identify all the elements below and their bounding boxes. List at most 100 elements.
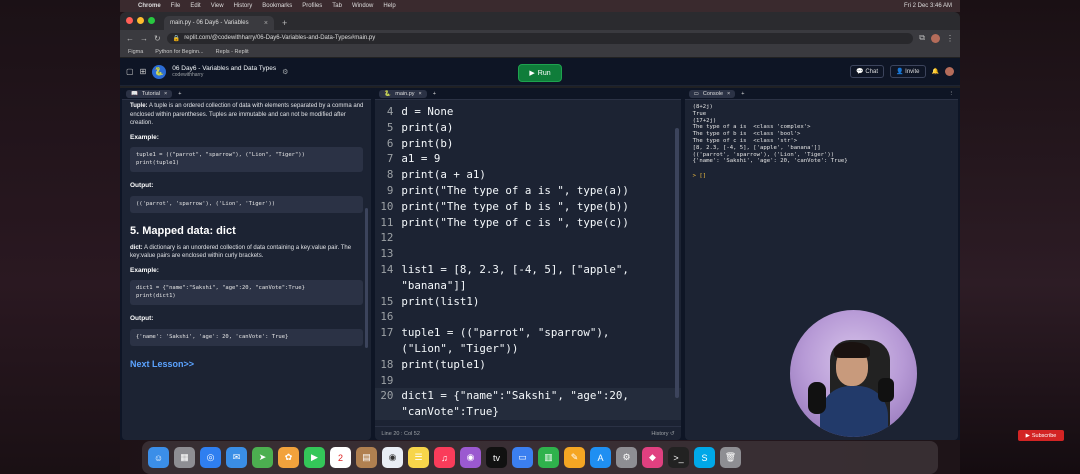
code-line[interactable]: 19: [375, 373, 680, 389]
line-text: ("Lion", "Tiger")): [401, 341, 519, 355]
more-menu-icon[interactable]: ⋮: [946, 34, 954, 43]
line-text: print(list1): [401, 294, 480, 308]
project-title[interactable]: 06 Day6 - Variables and Data Types codew…: [172, 65, 276, 78]
project-settings-icon[interactable]: ⚙: [282, 68, 288, 76]
trash-icon[interactable]: 🗑: [720, 447, 741, 468]
history-button[interactable]: History ↺: [651, 431, 674, 437]
tutorial-scrollbar[interactable]: [365, 208, 369, 348]
code-line[interactable]: 6 print(b): [375, 136, 680, 152]
code-line[interactable]: 14 list1 = [8, 2.3, [-4, 5], ["apple",: [375, 262, 680, 278]
code-line[interactable]: 10 print("The type of b is ", type(b)): [375, 199, 680, 215]
calendar-icon[interactable]: 2: [330, 447, 351, 468]
replit-home-icon[interactable]: ⊞: [140, 67, 147, 76]
photos-icon[interactable]: ✿: [278, 447, 299, 468]
add-tab-button[interactable]: +: [433, 91, 436, 97]
numbers-icon[interactable]: ▥: [538, 447, 559, 468]
url-field[interactable]: 🔒 replit.com/@codewithharry/06-Day6-Vari…: [166, 32, 914, 44]
bookmark-python[interactable]: Python for Beginn...: [155, 49, 203, 55]
tv-icon[interactable]: tv: [486, 447, 507, 468]
terminal-icon[interactable]: >_: [668, 447, 689, 468]
console-menu-icon[interactable]: ⋮: [949, 91, 955, 97]
forward-icon[interactable]: →: [140, 34, 148, 43]
app-icon[interactable]: ◆: [642, 447, 663, 468]
editor-scrollbar[interactable]: [674, 128, 679, 398]
close-tab-icon[interactable]: ×: [264, 20, 268, 27]
menubar-clock[interactable]: Fri 2 Dec 3:46 AM: [904, 3, 952, 9]
code-line[interactable]: 9 print("The type of a is ", type(a)): [375, 183, 680, 199]
add-tab-button[interactable]: +: [741, 91, 744, 97]
zoom-window-button[interactable]: [148, 17, 155, 24]
reload-icon[interactable]: ↻: [154, 34, 161, 43]
menu-history[interactable]: History: [234, 3, 253, 9]
pages-icon[interactable]: ✎: [564, 447, 585, 468]
menu-help[interactable]: Help: [383, 3, 395, 9]
user-avatar[interactable]: [945, 67, 954, 76]
extensions-icon[interactable]: ⧉: [919, 33, 925, 43]
minimize-window-button[interactable]: [137, 17, 144, 24]
code-line[interactable]: 20 dict1 = {"name":"Sakshi", "age":20,: [375, 388, 681, 405]
code-line[interactable]: 18 print(tuple1): [375, 357, 680, 373]
lock-icon: 🔒: [172, 35, 181, 42]
code-line[interactable]: "canVote":True}: [375, 404, 681, 420]
code-line[interactable]: 13: [375, 246, 680, 262]
notifications-icon[interactable]: 🔔: [932, 68, 939, 75]
chrome-icon[interactable]: ◉: [382, 447, 403, 468]
code-line[interactable]: 5 print(a): [375, 120, 680, 136]
menu-app-name[interactable]: Chrome: [138, 3, 161, 9]
code-line[interactable]: 16: [375, 309, 680, 325]
code-line[interactable]: 8 print(a + a1): [375, 167, 680, 183]
line-number: 16: [380, 310, 394, 324]
menu-view[interactable]: View: [211, 3, 224, 9]
address-bar-row: ← → ↻ 🔒 replit.com/@codewithharry/06-Day…: [120, 30, 960, 46]
appstore-icon[interactable]: A: [590, 447, 611, 468]
code-line[interactable]: 12: [375, 230, 680, 246]
code-line[interactable]: 17 tuple1 = (("parrot", "sparrow"),: [375, 325, 680, 341]
code-line[interactable]: "banana"]]: [375, 278, 680, 294]
tab-main-py[interactable]: 🐍 main.py ×: [379, 89, 427, 98]
code-line[interactable]: 7 a1 = 9: [375, 151, 680, 167]
settings-icon[interactable]: ⚙: [616, 447, 637, 468]
run-button[interactable]: ▶ Run: [518, 64, 562, 82]
tab-console[interactable]: ▭ Console ×: [688, 89, 736, 98]
launchpad-icon[interactable]: ▦: [174, 447, 195, 468]
sidebar-toggle-icon[interactable]: ▢: [126, 67, 134, 76]
menu-tab[interactable]: Tab: [332, 3, 342, 9]
new-tab-button[interactable]: +: [278, 18, 291, 30]
facetime-icon[interactable]: ▶: [304, 447, 325, 468]
keynote-icon[interactable]: ▭: [512, 447, 533, 468]
skype-icon[interactable]: S: [694, 447, 715, 468]
code-editor[interactable]: 4 d = None 5 print(a) 6 print(b) 7 a1 = 9 8 print…: [375, 100, 681, 420]
safari-icon[interactable]: ◎: [200, 447, 221, 468]
menu-profiles[interactable]: Profiles: [302, 3, 322, 9]
code-line[interactable]: ("Lion", "Tiger")): [375, 341, 680, 357]
next-lesson-link[interactable]: Next Lesson>>: [130, 360, 363, 369]
line-text: dict1 = {"name":"Sakshi", "age":20,: [401, 389, 629, 403]
code-line[interactable]: 15 print(list1): [375, 294, 680, 310]
tab-tutorial[interactable]: 📖 Tutorial ×: [126, 89, 173, 98]
back-icon[interactable]: ←: [126, 34, 134, 43]
close-window-button[interactable]: [126, 17, 133, 24]
subscribe-button[interactable]: ▶ Subscribe: [1018, 430, 1064, 441]
menu-edit[interactable]: Edit: [190, 3, 200, 9]
maps-icon[interactable]: ➤: [252, 447, 273, 468]
profile-avatar[interactable]: [931, 33, 940, 43]
chat-button[interactable]: 💬 Chat: [850, 65, 885, 78]
notes-icon[interactable]: ☰: [408, 447, 429, 468]
menu-window[interactable]: Window: [352, 3, 373, 9]
code-line[interactable]: 11 print("The type of c is ", type(c)): [375, 215, 680, 231]
music-icon[interactable]: ♫: [434, 447, 455, 468]
bookmark-repls[interactable]: Repls - Replit: [216, 49, 249, 55]
tuple-output-example: (('parrot', 'sparrow'), ('Lion', 'Tiger'…: [130, 195, 364, 213]
browser-tab[interactable]: main.py - 06 Day6 - Variables ×: [164, 16, 274, 30]
invite-button[interactable]: 👤 Invite: [890, 65, 926, 78]
menu-bookmarks[interactable]: Bookmarks: [262, 3, 292, 9]
finder-icon[interactable]: ☺: [148, 447, 169, 468]
console-prompt[interactable]: > []: [685, 169, 958, 184]
add-tab-button[interactable]: +: [178, 91, 181, 97]
files-icon[interactable]: ▤: [356, 447, 377, 468]
podcasts-icon[interactable]: ◉: [460, 447, 481, 468]
code-line[interactable]: 4 d = None: [375, 104, 680, 120]
menu-file[interactable]: File: [171, 3, 181, 9]
mail-icon[interactable]: ✉: [226, 447, 247, 468]
bookmark-figma[interactable]: Figma: [128, 49, 143, 55]
